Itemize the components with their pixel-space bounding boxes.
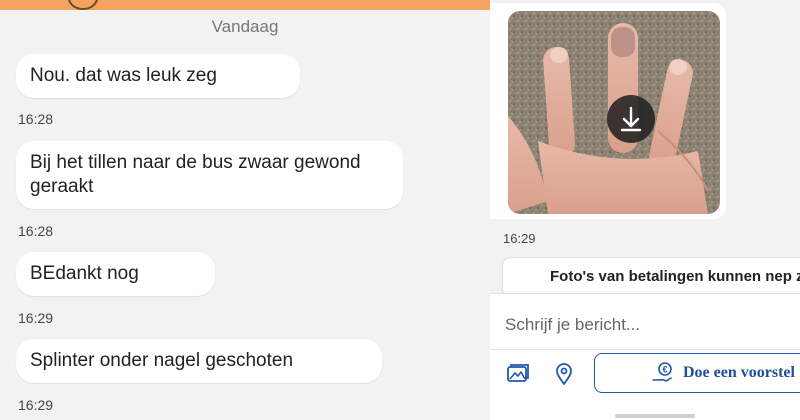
safety-notice[interactable]: Foto's van betalingen kunnen nep z <box>502 257 800 297</box>
chat-header-bar <box>0 0 490 10</box>
download-button[interactable] <box>607 95 655 143</box>
download-icon <box>620 106 642 132</box>
home-indicator <box>615 414 695 418</box>
message-timestamp: 16:28 <box>18 223 54 239</box>
photo-attachment[interactable] <box>508 11 720 214</box>
attach-image-button[interactable] <box>505 361 531 387</box>
svg-text:€: € <box>662 365 667 375</box>
chat-panel: Vandaag Nou. dat was leuk zeg 16:28 Bij … <box>0 0 490 420</box>
message-text: Splinter onder nagel geschoten <box>30 350 294 371</box>
composer-divider <box>490 349 800 350</box>
make-offer-label: Doe een voorstel <box>683 364 795 381</box>
make-offer-button[interactable]: € Doe een voorstel <box>594 353 800 393</box>
message-text: Nou. dat was leuk zeg <box>30 65 217 86</box>
message-text: BEdankt nog <box>30 263 139 284</box>
message-bubble[interactable]: Bij het tillen naar de bus zwaar gewond … <box>16 141 403 209</box>
send-location-button[interactable] <box>551 361 577 387</box>
image-icon <box>507 364 529 382</box>
message-timestamp: 16:29 <box>18 397 54 413</box>
message-timestamp: 16:28 <box>18 111 54 127</box>
message-input[interactable] <box>503 312 797 338</box>
message-timestamp: 16:29 <box>503 231 536 246</box>
message-timestamp: 16:29 <box>18 310 54 326</box>
chat-panel-right: 16:29 Foto's van betalingen kunnen nep z… <box>490 0 800 420</box>
avatar[interactable] <box>68 0 98 10</box>
message-bubble[interactable]: Splinter onder nagel geschoten <box>16 339 382 383</box>
location-pin-icon <box>556 363 572 385</box>
offer-hand-euro-icon: € <box>652 362 672 382</box>
message-bubble[interactable]: Nou. dat was leuk zeg <box>16 54 300 98</box>
safety-notice-text: Foto's van betalingen kunnen nep z <box>550 268 800 285</box>
message-bubble[interactable]: BEdankt nog <box>16 252 215 296</box>
image-message[interactable] <box>490 3 726 219</box>
message-composer: € Doe een voorstel <box>490 293 800 420</box>
message-text: Bij het tillen naar de bus zwaar gewond … <box>30 152 361 197</box>
date-separator: Vandaag <box>211 17 279 36</box>
